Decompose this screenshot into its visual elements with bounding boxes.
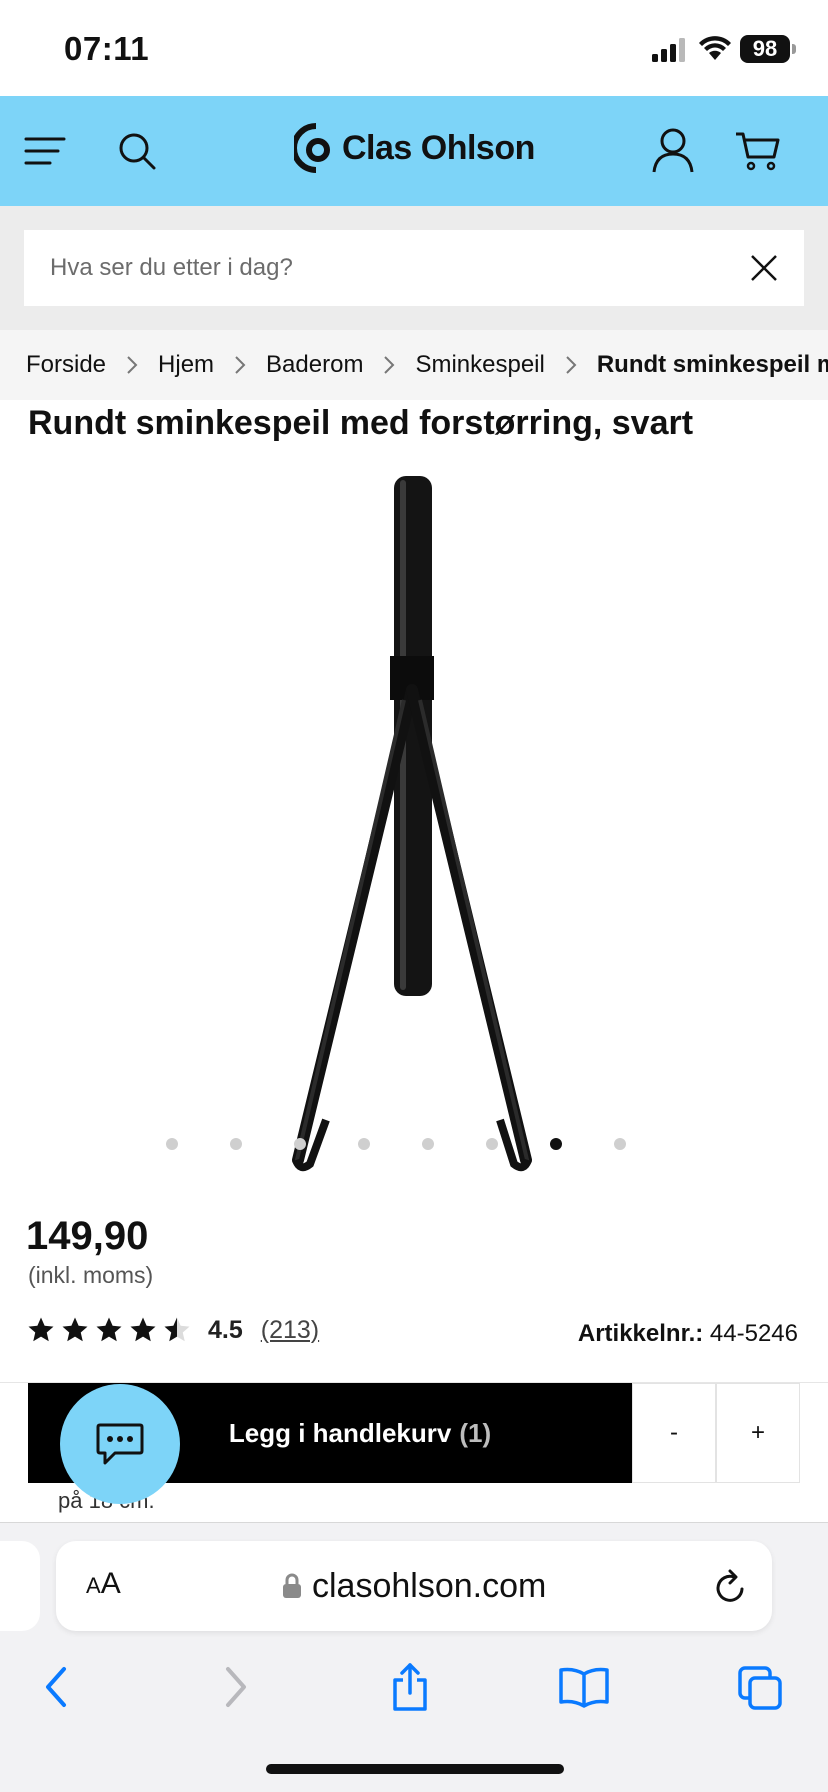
carousel-dot[interactable] — [550, 1138, 562, 1150]
cart-button[interactable] — [732, 96, 782, 206]
product-rating: 4.5 (213) — [26, 1312, 319, 1348]
share-icon — [393, 1663, 427, 1711]
aa-small: A — [86, 1573, 101, 1598]
vat-note: (inkl. moms) — [28, 1262, 154, 1288]
aa-large: A — [100, 1567, 121, 1600]
breadcrumb-item-forside[interactable]: Forside — [26, 351, 106, 379]
previous-tab-peek[interactable] — [0, 1541, 40, 1631]
brand-name: Clas Ohlson — [342, 128, 535, 167]
carousel-dot[interactable] — [230, 1138, 242, 1150]
product-title: Rundt sminkespeil med forstørring, svart — [28, 404, 694, 442]
reload-icon[interactable] — [714, 1569, 748, 1605]
chevron-right-icon — [214, 354, 266, 376]
search-section — [0, 206, 828, 330]
chevron-right-icon — [363, 354, 415, 376]
search-input[interactable] — [24, 230, 724, 306]
breadcrumb-item-sminkespeil[interactable]: Sminkespeil — [415, 351, 544, 379]
breadcrumb-item-baderom[interactable]: Baderom — [266, 351, 363, 379]
carousel-dot[interactable] — [422, 1138, 434, 1150]
carousel-dot[interactable] — [486, 1138, 498, 1150]
battery-tip — [792, 44, 796, 54]
cart-count: (1) — [459, 1417, 492, 1448]
bookmarks-icon — [559, 1667, 609, 1708]
carousel-dot[interactable] — [614, 1138, 626, 1150]
address-bar[interactable]: AA clasohlson.com — [56, 1541, 772, 1631]
forward-icon — [226, 1667, 246, 1707]
chevron-right-icon — [106, 354, 158, 376]
tabs-icon — [738, 1666, 782, 1710]
carousel-dot[interactable] — [358, 1138, 370, 1150]
search-icon — [119, 133, 156, 170]
star-icon — [28, 1317, 54, 1342]
lock-icon — [283, 1573, 301, 1598]
menu-button[interactable] — [22, 96, 68, 206]
cart-icon — [736, 132, 780, 171]
chat-button[interactable] — [60, 1384, 180, 1504]
brand-logo[interactable]: Clas Ohlson — [294, 122, 535, 174]
close-icon[interactable] — [746, 250, 782, 286]
carousel-dot[interactable] — [294, 1138, 306, 1150]
status-bar: 07:11 98 — [0, 0, 828, 96]
menu-icon — [24, 137, 66, 165]
add-to-cart-label: Legg i handlekurv — [228, 1417, 452, 1448]
carousel-dot[interactable] — [166, 1138, 178, 1150]
home-indicator — [266, 1764, 564, 1774]
star-half-icon — [164, 1317, 190, 1342]
breadcrumb: Forside Hjem Baderom Sminkespeil Rundt s… — [0, 330, 828, 400]
bookmarks-button[interactable] — [554, 1657, 614, 1717]
chevron-right-icon — [545, 354, 597, 376]
quantity-decrease-button[interactable]: - — [632, 1383, 716, 1483]
status-time: 07:11 — [64, 30, 150, 67]
breadcrumb-item-hjem[interactable]: Hjem — [158, 351, 214, 379]
back-button[interactable] — [26, 1657, 86, 1717]
article-number: Artikkelnr.: 44-5246 — [578, 1320, 798, 1348]
star-icon — [130, 1317, 156, 1342]
quantity-increase-button[interactable]: + — [716, 1383, 800, 1483]
browser-toolbar: AA clasohlson.com — [0, 1522, 828, 1792]
account-icon — [652, 128, 694, 173]
product-price: 149,90 — [26, 1214, 149, 1258]
rating-value: 4.5 — [208, 1315, 243, 1344]
account-button[interactable] — [650, 96, 696, 206]
rating-stars — [26, 1315, 192, 1345]
image-carousel-dots — [0, 1138, 828, 1154]
url-display[interactable]: clasohlson.com — [282, 1541, 546, 1631]
article-value: 44-5246 — [709, 1320, 798, 1347]
forward-button[interactable] — [206, 1657, 266, 1717]
site-header: Clas Ohlson — [0, 96, 828, 206]
breadcrumb-item-current: Rundt sminkespeil med forstørring, svart — [596, 351, 828, 378]
rating-count-link[interactable]: (213) — [261, 1316, 319, 1345]
share-button[interactable] — [380, 1657, 440, 1717]
battery-indicator: 98 — [740, 35, 790, 63]
tabs-button[interactable] — [730, 1657, 790, 1717]
search-box — [24, 230, 804, 306]
star-icon — [96, 1317, 122, 1342]
chat-icon — [96, 1423, 144, 1465]
product-image[interactable] — [0, 460, 828, 1180]
star-icon — [62, 1317, 88, 1342]
url-text: clasohlson.com — [312, 1566, 547, 1605]
clas-ohlson-logo-icon — [294, 123, 330, 173]
back-icon — [46, 1667, 66, 1707]
wifi-icon — [699, 36, 731, 60]
search-button[interactable] — [114, 96, 160, 206]
signal-icon — [652, 38, 685, 62]
article-label: Artikkelnr.: — [577, 1320, 704, 1347]
reader-settings-button[interactable]: AA — [86, 1567, 121, 1601]
